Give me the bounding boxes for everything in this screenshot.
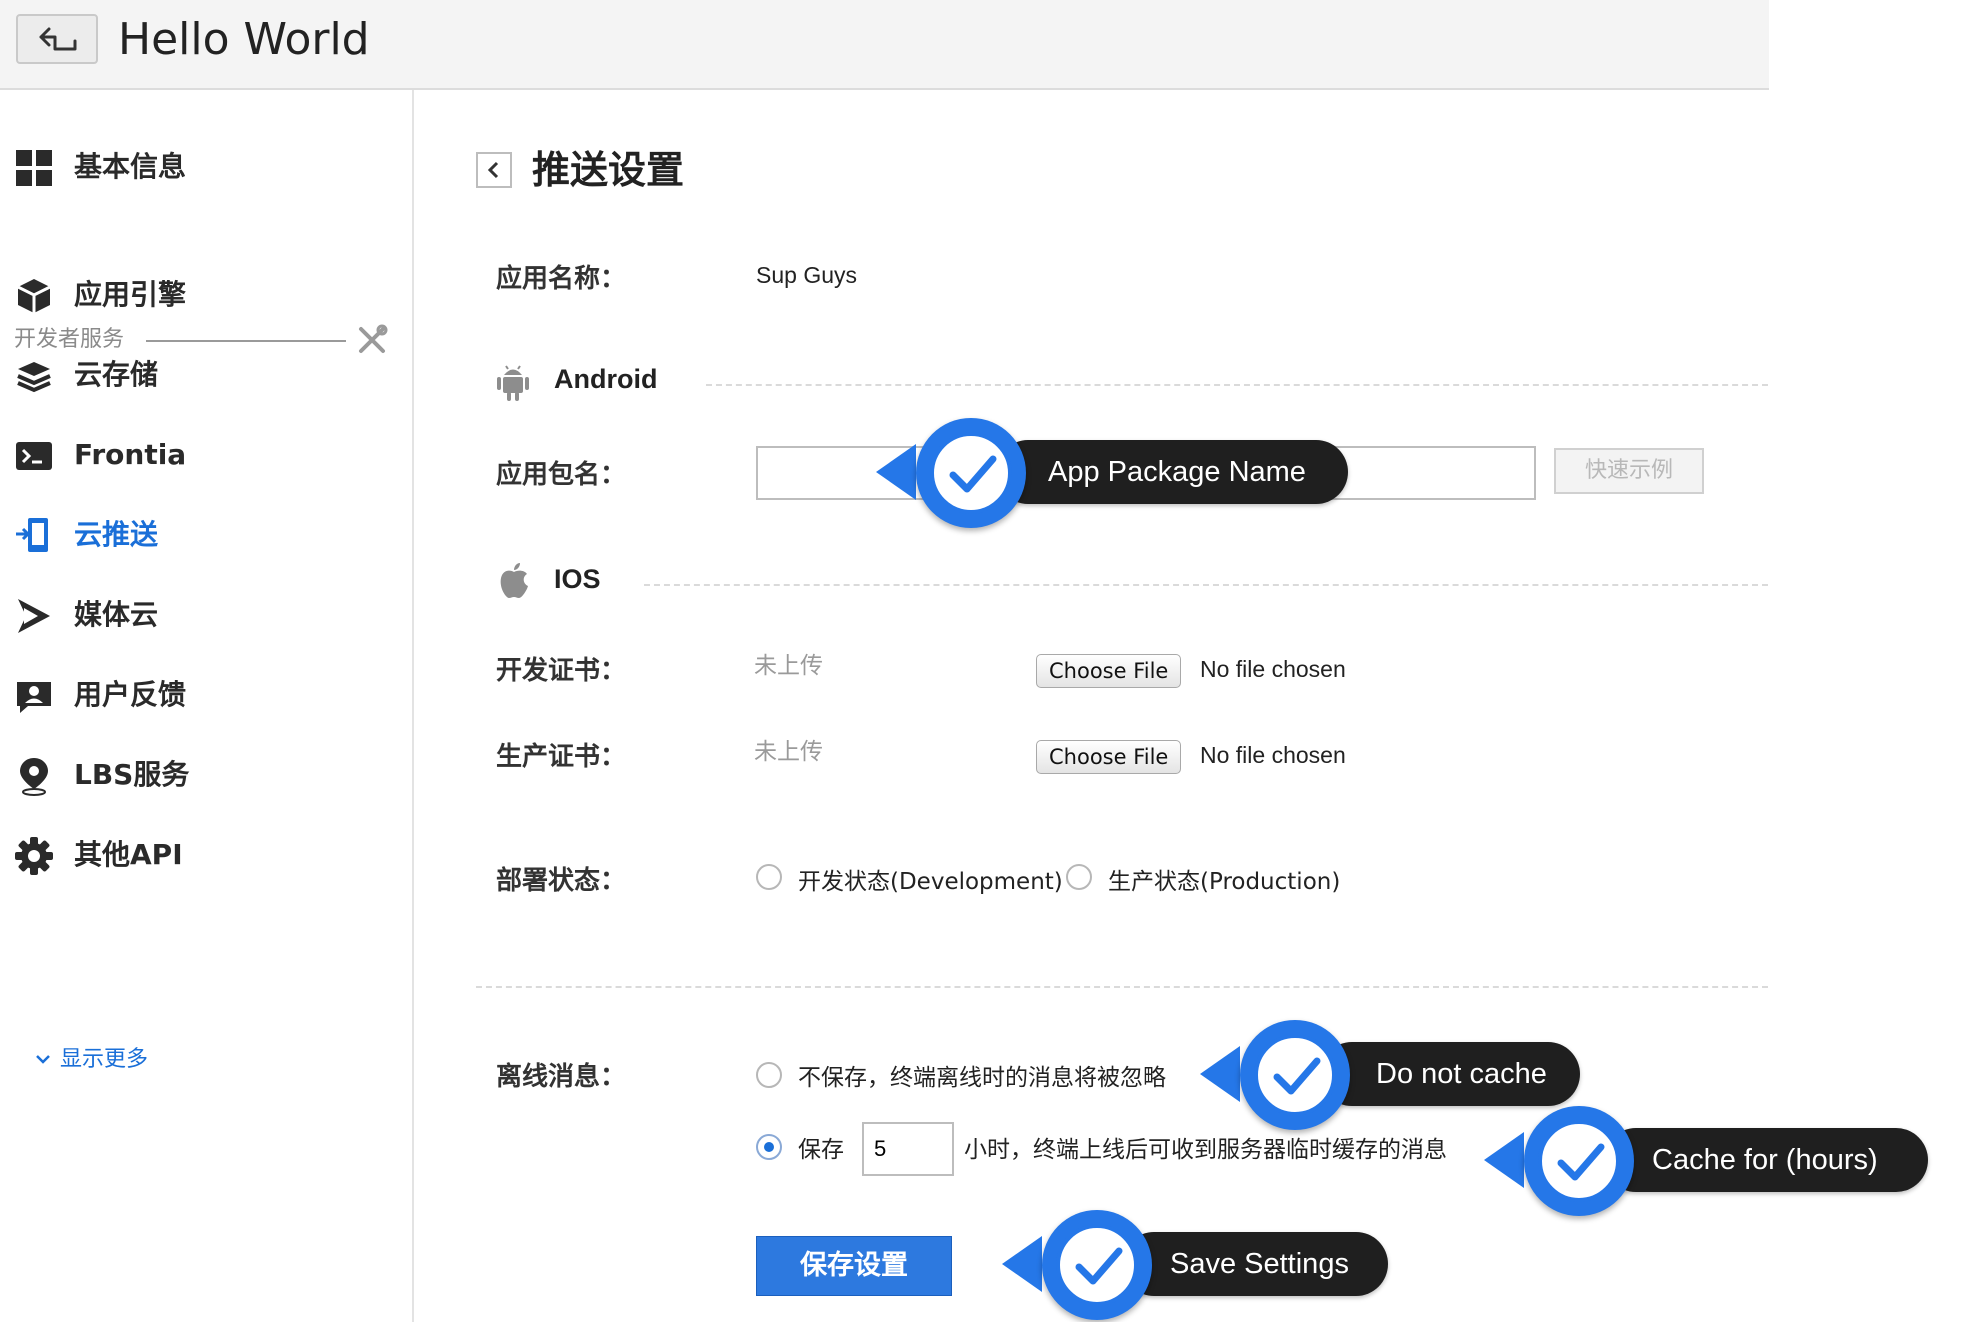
- dev-cert-status: 未上传: [754, 653, 823, 679]
- location-pin-icon: [20, 758, 48, 796]
- sidebar-item-media-cloud[interactable]: 媒体云: [14, 588, 394, 642]
- offline-cache-radio[interactable]: [756, 1134, 782, 1160]
- terminal-icon: [16, 442, 52, 470]
- dev-cert-label: 开发证书：: [496, 656, 627, 686]
- push-icon: [16, 518, 48, 552]
- callout-package-name: App Package Name: [876, 418, 1352, 528]
- page-back-button[interactable]: [476, 152, 512, 188]
- section-divider: [146, 340, 346, 342]
- deploy-development-radio[interactable]: [756, 864, 782, 890]
- callout-cache-hours: Cache for (hours): [1484, 1106, 1930, 1216]
- layers-icon: [17, 362, 51, 393]
- prod-cert-status: 未上传: [754, 739, 823, 765]
- apple-icon: [500, 563, 528, 598]
- callout-badge: [1240, 1020, 1350, 1130]
- deploy-state-label: 部署状态：: [496, 866, 627, 896]
- sidebar: 基本信息 开发者服务 应用引擎 云存储 Frontia 云推送 媒体云 用户反馈…: [0, 90, 414, 1322]
- save-settings-button[interactable]: 保存设置: [756, 1236, 952, 1296]
- callout-pointer: [1002, 1236, 1042, 1292]
- quick-example-button[interactable]: 快速示例: [1554, 448, 1704, 494]
- sidebar-item-basic-info[interactable]: 基本信息: [14, 140, 394, 194]
- prod-cert-file-status: No file chosen: [1200, 742, 1346, 768]
- sidebar-item-lbs[interactable]: LBS服务: [14, 748, 394, 802]
- checkmark-icon: [1273, 1057, 1321, 1095]
- sidebar-item-user-feedback[interactable]: 用户反馈: [14, 668, 394, 722]
- sidebar-item-label: LBS服务: [74, 758, 190, 791]
- sidebar-item-cloud-push[interactable]: 云推送: [14, 508, 394, 562]
- page-title: 推送设置: [532, 148, 685, 192]
- callout-pointer: [1484, 1132, 1524, 1188]
- chevron-down-icon: [36, 1055, 50, 1064]
- offline-message-label: 离线消息：: [496, 1062, 627, 1092]
- deploy-production-radio[interactable]: [1066, 864, 1092, 890]
- cube-icon: [17, 279, 51, 313]
- sidebar-item-app-engine[interactable]: 应用引擎: [14, 268, 394, 322]
- sidebar-item-label: 用户反馈: [74, 678, 187, 711]
- callout-label: Save Settings: [1170, 1248, 1349, 1280]
- deploy-development-label: 开发状态(Development): [798, 869, 1063, 895]
- callout-pointer: [1200, 1046, 1240, 1102]
- sidebar-item-label: 其他API: [74, 838, 183, 871]
- package-name-label: 应用包名：: [496, 460, 627, 490]
- section-divider: [476, 986, 1768, 988]
- dev-cert-file-status: No file chosen: [1200, 656, 1346, 682]
- app-title: Hello World: [118, 14, 370, 65]
- callout-label: App Package Name: [1048, 456, 1306, 488]
- section-divider: [706, 384, 1768, 386]
- callout-badge: [1524, 1106, 1634, 1216]
- offline-no-cache-radio[interactable]: [756, 1062, 782, 1088]
- sidebar-item-label: 媒体云: [74, 598, 159, 631]
- play-icon: [18, 599, 50, 633]
- ios-heading: IOS: [554, 564, 601, 594]
- callout-save-settings: Save Settings: [1002, 1210, 1390, 1320]
- sidebar-item-label: 基本信息: [74, 150, 187, 183]
- gear-icon: [15, 837, 53, 875]
- prod-cert-choose-file-button[interactable]: Choose File: [1036, 740, 1182, 774]
- sidebar-item-label: 云存储: [74, 358, 159, 391]
- callout-label: Cache for (hours): [1652, 1144, 1878, 1176]
- sidebar-item-frontia[interactable]: Frontia: [14, 428, 394, 482]
- prod-cert-label: 生产证书：: [496, 742, 627, 772]
- section-divider: [644, 584, 1768, 586]
- dev-cert-choose-file-button[interactable]: Choose File: [1036, 654, 1182, 688]
- checkmark-icon: [1557, 1143, 1605, 1181]
- android-heading: Android: [554, 364, 658, 394]
- back-button[interactable]: [16, 14, 98, 64]
- offline-cache-label: 保存: [798, 1137, 844, 1163]
- callout-pointer: [876, 444, 916, 500]
- sidebar-item-other-api[interactable]: 其他API: [14, 828, 394, 882]
- android-icon: [497, 365, 529, 401]
- callout-badge: [916, 418, 1026, 528]
- sidebar-item-label: 云推送: [74, 518, 159, 551]
- sidebar-item-cloud-storage[interactable]: 云存储: [14, 348, 394, 402]
- sidebar-item-label: 应用引擎: [74, 278, 187, 311]
- return-arrow-icon: [39, 27, 77, 51]
- callout-badge: [1042, 1210, 1152, 1320]
- app-header: Hello World: [0, 0, 1769, 90]
- app-name-value: Sup Guys: [756, 262, 857, 288]
- callout-label: Do not cache: [1376, 1058, 1547, 1090]
- chevron-left-icon: [487, 161, 499, 179]
- offline-cache-suffix: 小时，终端上线后可收到服务器临时缓存的消息: [964, 1137, 1447, 1163]
- dashboard-grid-icon: [16, 150, 52, 186]
- checkmark-icon: [1075, 1247, 1123, 1285]
- checkmark-icon: [949, 455, 997, 493]
- user-feedback-icon: [17, 682, 51, 713]
- app-name-label: 应用名称：: [496, 264, 627, 294]
- deploy-production-label: 生产状态(Production): [1108, 869, 1341, 895]
- cache-hours-input[interactable]: [862, 1122, 954, 1176]
- sidebar-item-label: Frontia: [74, 438, 187, 471]
- offline-no-cache-label: 不保存，终端离线时的消息将被忽略: [798, 1065, 1166, 1091]
- show-more-label: 显示更多: [60, 1047, 149, 1072]
